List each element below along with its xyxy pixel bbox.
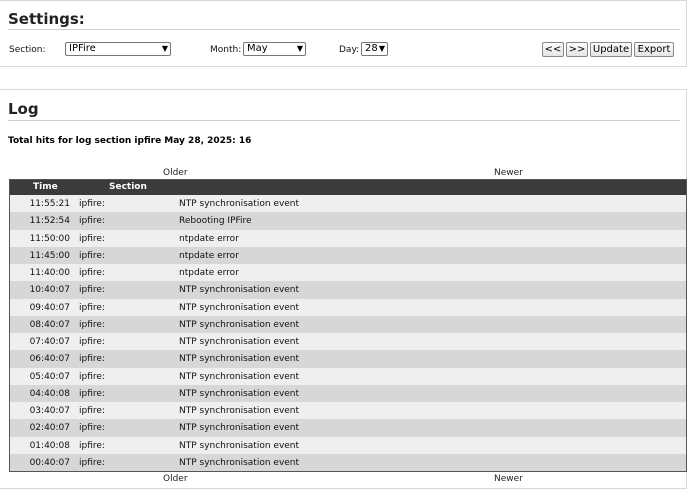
day-label: Day: bbox=[339, 45, 360, 55]
log-table: Time Section 11:55:21 ipfire: NTP synchron… bbox=[9, 179, 687, 472]
row-time: 05:40:07 bbox=[29, 371, 70, 382]
row-time: 08:40:07 bbox=[29, 319, 70, 330]
row-message: NTP synchronisation event bbox=[179, 457, 300, 468]
chevron-down-icon: ▼ bbox=[378, 44, 385, 53]
row-message: NTP synchronisation event bbox=[179, 285, 300, 296]
log-table-header: Time Section bbox=[10, 180, 686, 195]
table-row: 11:50:00 ipfire: ntpdate error bbox=[10, 229, 686, 247]
section-label: Section: bbox=[9, 45, 46, 55]
row-section: ipfire: bbox=[79, 319, 105, 330]
day-select-value: 28 bbox=[365, 43, 378, 54]
row-message: NTP synchronisation event bbox=[179, 371, 300, 382]
month-select-value: May bbox=[247, 43, 268, 54]
row-message: NTP synchronisation event bbox=[179, 319, 300, 330]
table-row: 11:40:00 ipfire: ntpdate error bbox=[10, 264, 686, 282]
row-section: ipfire: bbox=[79, 233, 105, 244]
log-title: Log bbox=[8, 100, 39, 118]
row-time: 11:40:00 bbox=[29, 268, 70, 278]
log-divider bbox=[8, 120, 680, 121]
row-section: ipfire: bbox=[79, 406, 105, 416]
row-time: 11:52:54 bbox=[29, 216, 70, 227]
settings-divider bbox=[8, 29, 680, 30]
update-button[interactable]: Update bbox=[590, 42, 632, 57]
export-button[interactable]: Export bbox=[634, 42, 674, 57]
row-time: 03:40:07 bbox=[29, 406, 70, 416]
row-message: NTP synchronisation event bbox=[179, 440, 300, 451]
row-time: 11:55:21 bbox=[29, 199, 70, 209]
log-panel: Log Total hits for log section ipfire Ma… bbox=[0, 89, 687, 489]
row-time: 06:40:07 bbox=[29, 354, 70, 365]
column-header-section: Section bbox=[109, 182, 147, 192]
log-summary: Total hits for log section ipfire May 28… bbox=[8, 136, 252, 146]
row-section: ipfire: bbox=[79, 388, 105, 399]
table-row: 05:40:07 ipfire: NTP synchronisation event bbox=[10, 367, 686, 385]
newer-link-top[interactable]: Newer bbox=[494, 168, 523, 178]
row-section: ipfire: bbox=[79, 457, 105, 468]
settings-panel: Settings: Section: IPFire ▼ Month: May ▼… bbox=[0, 0, 687, 67]
row-time: 07:40:07 bbox=[29, 337, 70, 347]
row-time: 02:40:07 bbox=[29, 423, 70, 434]
row-time: 04:40:08 bbox=[29, 388, 70, 399]
row-message: ntpdate error bbox=[179, 250, 239, 261]
row-message: NTP synchronisation event bbox=[179, 199, 300, 209]
older-link-bottom[interactable]: Older bbox=[163, 474, 188, 484]
next-day-button[interactable]: >> bbox=[566, 42, 588, 57]
row-message: NTP synchronisation event bbox=[179, 406, 300, 416]
row-message: Rebooting IPFire bbox=[179, 216, 252, 227]
row-section: ipfire: bbox=[79, 440, 105, 451]
table-row: 00:40:07 ipfire: NTP synchronisation event bbox=[10, 453, 686, 471]
row-message: ntpdate error bbox=[179, 233, 239, 244]
chevron-down-icon: ▼ bbox=[161, 44, 168, 53]
table-row: 10:40:07 ipfire: NTP synchronisation event bbox=[10, 281, 686, 299]
table-row: 11:45:00 ipfire: ntpdate error bbox=[10, 246, 686, 264]
row-section: ipfire: bbox=[79, 302, 105, 313]
chevron-down-icon: ▼ bbox=[296, 44, 303, 53]
row-section: ipfire: bbox=[79, 285, 105, 296]
row-message: NTP synchronisation event bbox=[179, 423, 300, 434]
month-label: Month: bbox=[210, 45, 242, 55]
row-section: ipfire: bbox=[79, 337, 105, 347]
section-select[interactable]: IPFire ▼ bbox=[65, 42, 171, 56]
table-row: 03:40:07 ipfire: NTP synchronisation event bbox=[10, 402, 686, 420]
table-row: 06:40:07 ipfire: NTP synchronisation event bbox=[10, 350, 686, 368]
row-time: 01:40:08 bbox=[29, 440, 70, 451]
column-header-time: Time bbox=[33, 182, 58, 192]
table-row: 07:40:07 ipfire: NTP synchronisation event bbox=[10, 333, 686, 351]
section-select-value: IPFire bbox=[69, 43, 96, 54]
row-time: 11:50:00 bbox=[29, 233, 70, 244]
table-row: 02:40:07 ipfire: NTP synchronisation event bbox=[10, 419, 686, 437]
row-section: ipfire: bbox=[79, 199, 105, 209]
table-row: 11:52:54 ipfire: Rebooting IPFire bbox=[10, 212, 686, 230]
newer-link-bottom[interactable]: Newer bbox=[494, 474, 523, 484]
row-section: ipfire: bbox=[79, 250, 105, 261]
log-table-body: 11:55:21 ipfire: NTP synchronisation event… bbox=[10, 195, 686, 471]
older-link-top[interactable]: Older bbox=[163, 168, 188, 178]
row-section: ipfire: bbox=[79, 423, 105, 434]
row-message: ntpdate error bbox=[179, 268, 239, 278]
row-message: NTP synchronisation event bbox=[179, 388, 300, 399]
table-row: 01:40:08 ipfire: NTP synchronisation event bbox=[10, 436, 686, 454]
previous-day-button[interactable]: << bbox=[542, 42, 564, 57]
row-message: NTP synchronisation event bbox=[179, 354, 300, 365]
row-section: ipfire: bbox=[79, 354, 105, 365]
settings-title: Settings: bbox=[8, 10, 85, 28]
row-section: ipfire: bbox=[79, 216, 105, 227]
row-time: 11:45:00 bbox=[29, 250, 70, 261]
row-time: 10:40:07 bbox=[29, 285, 70, 296]
row-message: NTP synchronisation event bbox=[179, 337, 300, 347]
row-section: ipfire: bbox=[79, 268, 105, 278]
table-row: 04:40:08 ipfire: NTP synchronisation event bbox=[10, 384, 686, 402]
row-section: ipfire: bbox=[79, 371, 105, 382]
table-row: 11:55:21 ipfire: NTP synchronisation event bbox=[10, 195, 686, 213]
row-time: 09:40:07 bbox=[29, 302, 70, 313]
month-select[interactable]: May ▼ bbox=[243, 42, 306, 56]
table-row: 08:40:07 ipfire: NTP synchronisation event bbox=[10, 315, 686, 333]
row-message: NTP synchronisation event bbox=[179, 302, 300, 313]
row-time: 00:40:07 bbox=[29, 457, 70, 468]
table-row: 09:40:07 ipfire: NTP synchronisation event bbox=[10, 298, 686, 316]
day-select[interactable]: 28 ▼ bbox=[361, 42, 388, 56]
